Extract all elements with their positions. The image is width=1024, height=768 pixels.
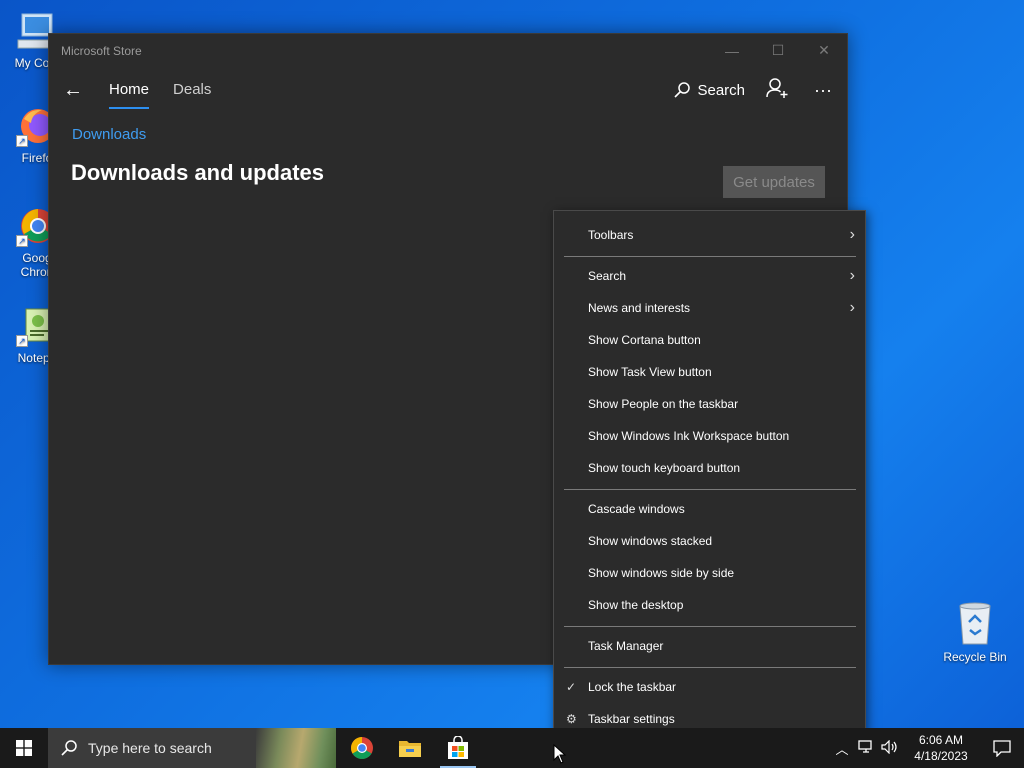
chrome-icon — [351, 737, 373, 759]
taskbar-search-box[interactable]: Type here to search — [48, 728, 336, 768]
ellipsis-icon: ··· — [814, 79, 832, 100]
network-icon[interactable] — [854, 739, 878, 757]
menu-item-show-task-view-button[interactable]: Show Task View button — [554, 357, 865, 387]
volume-icon[interactable] — [878, 739, 902, 757]
search-placeholder: Type here to search — [88, 740, 212, 756]
taskbar-chrome[interactable] — [338, 728, 386, 768]
chevron-right-icon: › — [849, 299, 855, 316]
taskbar-microsoft-store[interactable] — [434, 728, 482, 768]
menu-item-show-cortana-button[interactable]: Show Cortana button — [554, 325, 865, 355]
menu-item-show-windows-side-by-side[interactable]: Show windows side by side — [554, 558, 865, 588]
search-highlight-image — [256, 728, 336, 768]
taskbar-file-explorer[interactable] — [386, 728, 434, 768]
menu-item-lock-the-taskbar[interactable]: ✓ Lock the taskbar — [554, 672, 865, 702]
clock-date: 4/18/2023 — [914, 749, 968, 763]
page-title: Downloads and updates — [71, 160, 325, 185]
breadcrumb[interactable]: Downloads — [72, 126, 146, 143]
title-bar[interactable]: Microsoft Store — ☐ ✕ — [49, 34, 847, 67]
shortcut-arrow-icon: ↗ — [16, 135, 28, 147]
search-icon — [674, 82, 691, 98]
menu-item-show-the-desktop[interactable]: Show the desktop — [554, 590, 865, 620]
menu-divider — [564, 489, 856, 490]
shortcut-arrow-icon: ↗ — [16, 335, 28, 347]
shortcut-arrow-icon: ↗ — [16, 235, 28, 247]
windows-logo-icon — [16, 740, 32, 756]
clock-time: 6:06 AM — [918, 733, 964, 747]
chevron-right-icon: › — [849, 267, 855, 284]
folder-icon — [399, 741, 421, 757]
menu-item-label: Taskbar settings — [588, 712, 675, 726]
account-button[interactable] — [763, 77, 791, 104]
mouse-cursor-icon — [553, 744, 567, 764]
menu-item-label: Search — [588, 269, 627, 283]
menu-item-cascade-windows[interactable]: Cascade windows — [554, 494, 865, 524]
menu-item-label: Show touch keyboard button — [588, 461, 741, 475]
minimize-button[interactable]: — — [709, 34, 755, 67]
menu-item-label: Lock the taskbar — [588, 680, 677, 694]
tab-home[interactable]: Home — [109, 67, 150, 113]
get-updates-button[interactable]: Get updates — [723, 166, 825, 198]
menu-item-label: Show windows stacked — [588, 534, 713, 548]
start-button[interactable] — [0, 728, 48, 768]
menu-item-label: Show Windows Ink Workspace button — [588, 429, 790, 443]
search-icon — [61, 740, 77, 756]
store-bag-icon — [448, 736, 468, 759]
menu-item-label: Show Cortana button — [588, 333, 701, 347]
menu-item-toolbars[interactable]: Toolbars › — [554, 220, 865, 250]
menu-divider — [564, 626, 856, 627]
menu-item-label: Show People on the taskbar — [588, 397, 739, 411]
notification-icon — [993, 740, 1011, 757]
taskbar-context-menu: Toolbars › Search › News and interests ›… — [553, 210, 866, 743]
search-button-label: Search — [697, 81, 745, 99]
chevron-up-icon[interactable]: ︿ — [830, 739, 854, 758]
menu-item-show-windows-ink[interactable]: Show Windows Ink Workspace button — [554, 421, 865, 451]
menu-item-show-touch-keyboard[interactable]: Show touch keyboard button — [554, 453, 865, 483]
menu-item-task-manager[interactable]: Task Manager — [554, 631, 865, 661]
menu-item-label: Show the desktop — [588, 598, 684, 612]
close-button[interactable]: ✕ — [801, 34, 847, 67]
maximize-button[interactable]: ☐ — [755, 34, 801, 67]
menu-divider — [564, 256, 856, 257]
window-title: Microsoft Store — [61, 43, 142, 58]
tab-deals[interactable]: Deals — [173, 67, 211, 113]
system-tray: ︿ 6:06 AM 4/18/2023 — [830, 728, 1024, 768]
menu-item-label: News and interests — [588, 301, 691, 315]
desktop-icon-label: Recycle Bin — [943, 650, 1007, 664]
add-person-icon — [766, 77, 788, 98]
checkmark-icon: ✓ — [566, 680, 577, 694]
menu-item-show-windows-stacked[interactable]: Show windows stacked — [554, 526, 865, 556]
recycle-bin-icon — [954, 600, 996, 646]
back-arrow-icon: ← — [63, 78, 83, 101]
chevron-right-icon: › — [849, 226, 855, 243]
action-center-button[interactable] — [980, 728, 1024, 768]
taskbar: Type here to search ︿ 6:06 AM 4/18/2023 — [0, 728, 1024, 768]
taskbar-clock[interactable]: 6:06 AM 4/18/2023 — [902, 732, 980, 764]
menu-item-label: Show windows side by side — [588, 566, 735, 580]
menu-item-label: Toolbars — [588, 228, 634, 242]
menu-item-label: Task Manager — [588, 639, 664, 653]
menu-item-label: Cascade windows — [588, 502, 685, 516]
menu-item-search[interactable]: Search › — [554, 261, 865, 291]
gear-icon: ⚙ — [566, 712, 577, 726]
menu-item-show-people[interactable]: Show People on the taskbar — [554, 389, 865, 419]
back-button[interactable]: ← — [49, 67, 97, 113]
menu-divider — [564, 667, 856, 668]
search-button[interactable]: Search — [673, 81, 745, 99]
menu-item-label: Show Task View button — [588, 365, 712, 379]
more-options-button[interactable]: ··· — [809, 80, 837, 101]
store-nav-bar: ← Home Deals Search ··· — [49, 67, 847, 113]
menu-item-news-and-interests[interactable]: News and interests › — [554, 293, 865, 323]
desktop-icon-recycle-bin[interactable]: Recycle Bin — [940, 600, 1010, 664]
